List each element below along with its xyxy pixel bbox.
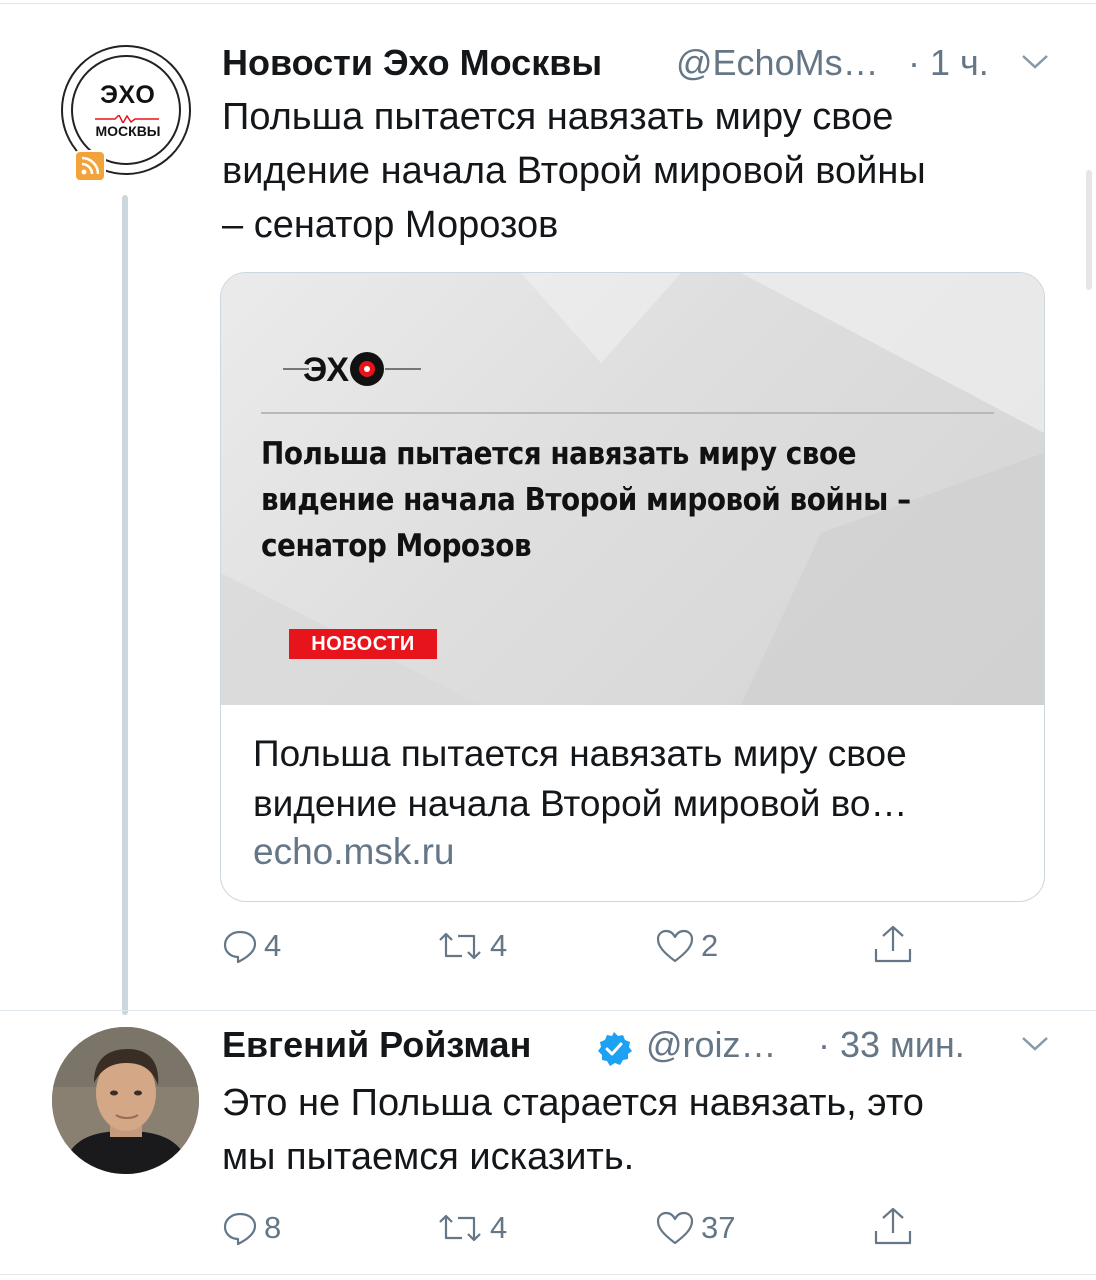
pulse-line-icon [95,115,159,123]
tweet-text: Польша пытается навязать миру свое виден… [222,96,926,246]
tweet-time[interactable]: · 33 мин. [818,1024,965,1066]
author-handle[interactable]: @roiz… [646,1024,777,1066]
link-card[interactable]: ЭХ Польша пытается навязать миру свое ви… [220,272,1045,902]
retweet-icon [439,1214,481,1242]
retweet-button[interactable]: 4 [436,1208,507,1248]
avatar-brand-bottom: МОСКВЫ [95,123,161,139]
verified-badge-icon [598,1032,632,1066]
tweet-text: Это не Польша старается навязать, это мы… [222,1082,924,1178]
author-name[interactable]: Евгений Ройзман [222,1024,531,1066]
avatar-brand-top: ЭХО [100,81,156,109]
echo-logo-icon: ЭХ [283,351,421,389]
reply-icon [223,930,257,964]
tweet-divider [0,1010,1096,1011]
card-news-tag: НОВОСТИ [289,629,437,659]
chevron-down-icon[interactable] [1020,1034,1050,1054]
share-button[interactable] [873,1206,913,1246]
card-domain: echo.msk.ru [253,831,455,872]
svg-text:ЭХ: ЭХ [303,351,349,389]
top-divider [0,3,1096,4]
tweet-time[interactable]: · 1 ч. [908,42,989,84]
like-button[interactable]: 2 [655,926,718,966]
like-button[interactable]: 37 [655,1208,735,1248]
retweet-icon [439,932,481,960]
card-image-headline: Польша пытается навязать миру свое виден… [261,436,911,564]
like-count: 2 [701,928,719,963]
share-button[interactable] [873,924,913,964]
card-image: ЭХ Польша пытается навязать миру свое ви… [221,273,1044,705]
card-title: Польша пытается навязать миру свое виден… [253,733,908,824]
reply-count: 4 [264,928,282,963]
roizman-avatar[interactable] [52,1027,199,1174]
reply-button[interactable]: 8 [222,1208,281,1248]
like-count: 37 [701,1210,736,1245]
retweet-count: 4 [490,928,508,963]
heart-icon [656,929,694,963]
retweet-count: 4 [490,1210,508,1245]
heart-icon [656,1211,694,1245]
rss-icon [74,150,106,182]
thread-line [122,195,128,1015]
card-divider [261,412,994,414]
bottom-divider [0,1274,1096,1275]
scrollbar[interactable] [1086,170,1092,290]
chevron-down-icon[interactable] [1020,52,1050,72]
share-icon [874,925,912,963]
author-name[interactable]: Новости Эхо Москвы [222,42,602,84]
reply-count: 8 [264,1210,282,1245]
retweet-button[interactable]: 4 [436,926,507,966]
reply-button[interactable]: 4 [222,926,281,966]
share-icon [874,1207,912,1245]
reply-icon [223,1212,257,1246]
author-handle[interactable]: @EchoMs… [676,42,879,84]
